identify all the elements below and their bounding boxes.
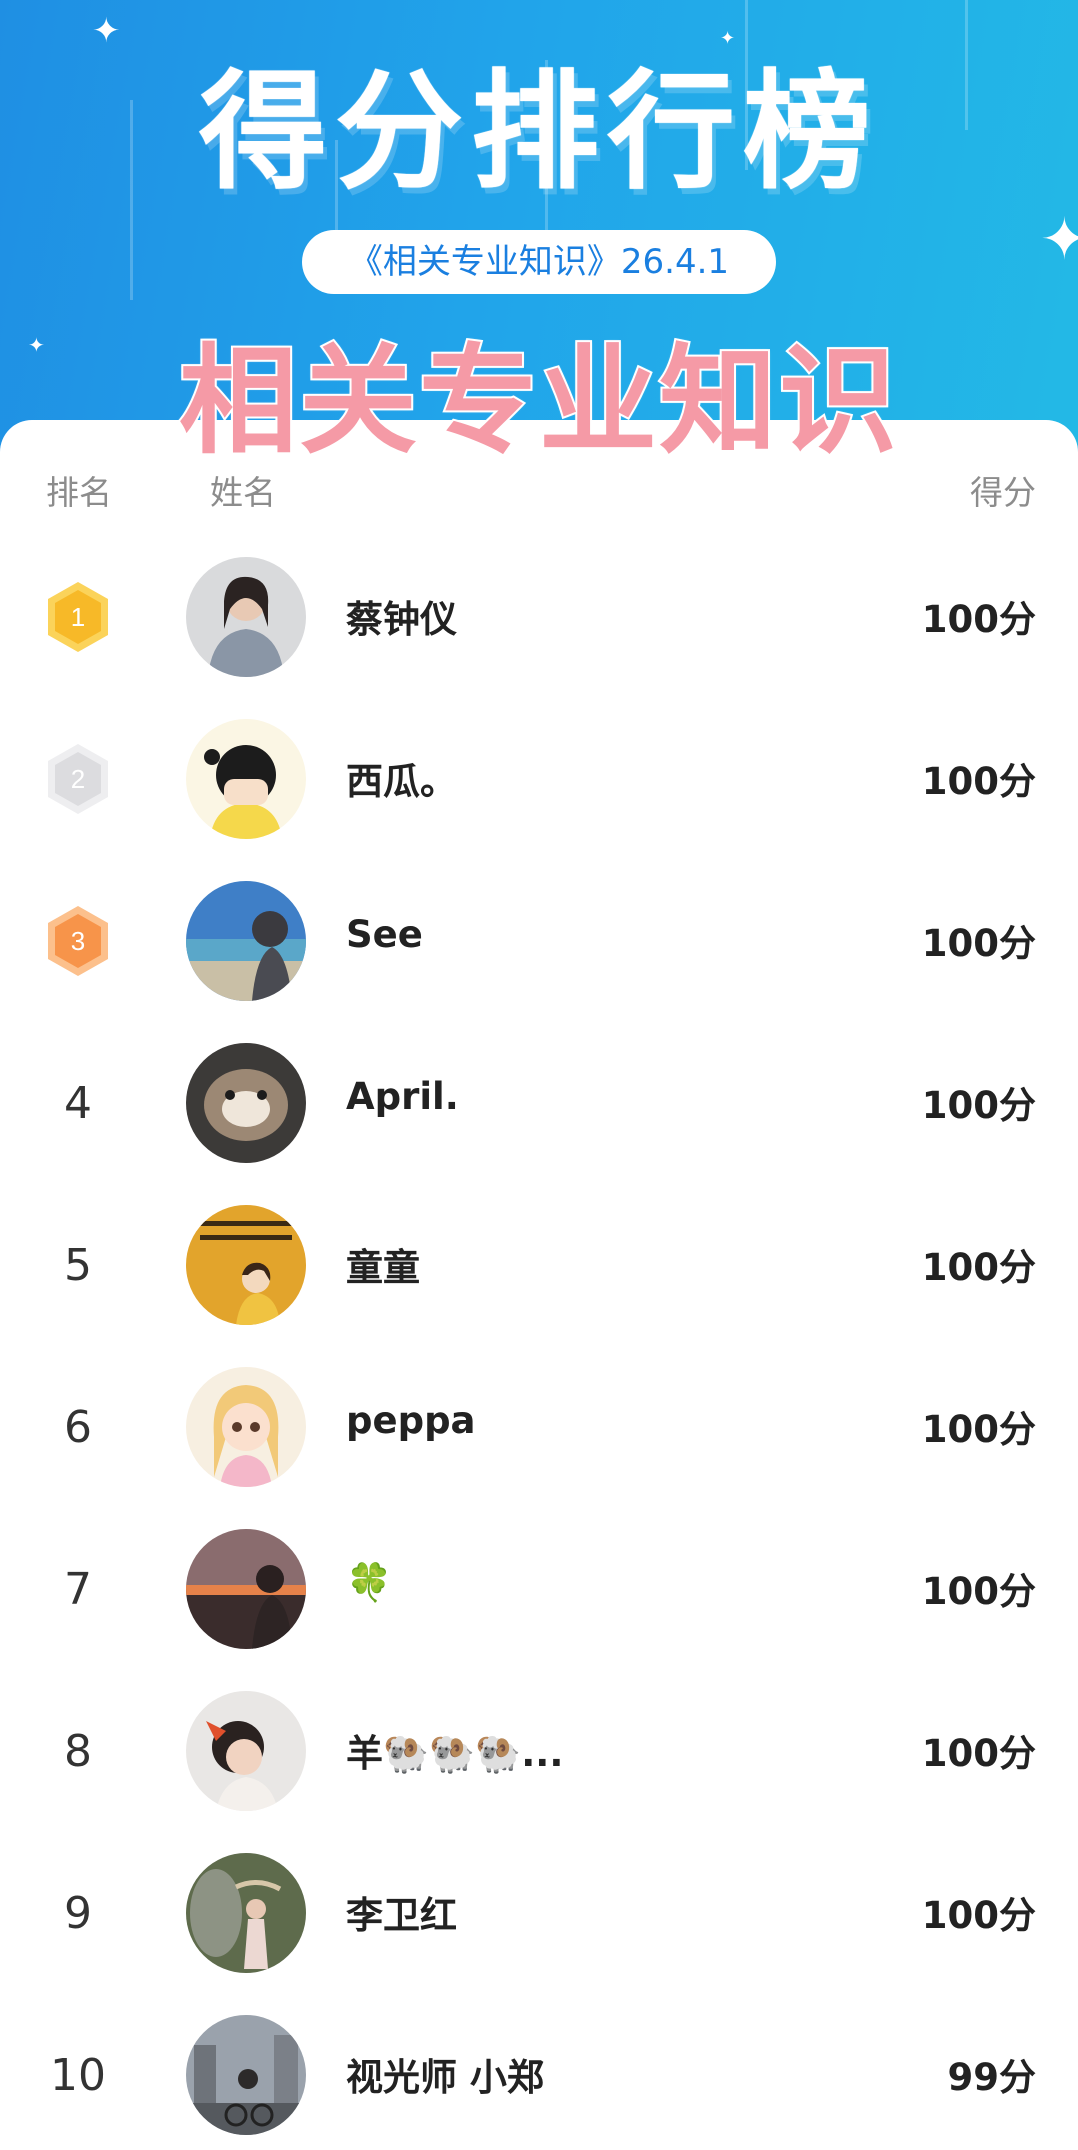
leaderboard-row[interactable]: 5 童童 100分 — [0, 1190, 1078, 1340]
avatar[interactable] — [186, 557, 306, 677]
player-name: 视光师 小郑 — [346, 2056, 544, 2099]
sparkle-icon: ✦ — [1040, 205, 1078, 273]
medal-rank-label: 2 — [71, 764, 85, 794]
leaderboard-row[interactable]: 6 peppa 100分 — [0, 1352, 1078, 1502]
rank-number: 5 — [64, 1240, 92, 1291]
medal-rank-label: 1 — [71, 602, 85, 632]
leaderboard-card: 排名 姓名 得分 1 蔡钟仪 100分 2 西瓜。 100分 3 See 100… — [0, 420, 1078, 2145]
rank-number: 8 — [64, 1726, 92, 1777]
player-name: April. — [346, 1075, 459, 1118]
rank-number: 10 — [50, 2050, 106, 2101]
player-score: 100分 — [921, 1732, 1036, 1775]
leaderboard-row[interactable]: 4 April. 100分 — [0, 1028, 1078, 1178]
rank-number: 4 — [64, 1078, 92, 1129]
player-name: 🍀 — [346, 1561, 393, 1604]
avatar[interactable] — [186, 881, 306, 1001]
leaderboard-row[interactable]: 3 See 100分 — [0, 866, 1078, 1016]
player-name: 李卫红 — [346, 1894, 457, 1937]
rank-number: 9 — [64, 1888, 92, 1939]
gold-medal-icon: 1 — [48, 582, 108, 652]
leaderboard-row[interactable]: 7 🍀 100分 — [0, 1514, 1078, 1664]
bronze-medal-icon: 3 — [48, 906, 108, 976]
player-name: 西瓜。 — [346, 760, 457, 803]
overlay-caption: 相关专业知识 — [177, 330, 899, 472]
medal-rank-label: 3 — [71, 926, 85, 956]
leaderboard-row[interactable]: 10 视光师 小郑 99分 — [0, 2000, 1078, 2150]
leaderboard-row[interactable]: 9 李卫红 100分 — [0, 1838, 1078, 1988]
quiz-name-pill: 《相关专业知识》26.4.1 — [302, 230, 776, 294]
player-name: 羊🐏🐏🐏... — [346, 1732, 564, 1775]
avatar[interactable] — [186, 719, 306, 839]
player-name: See — [346, 913, 423, 956]
player-score: 100分 — [921, 760, 1036, 803]
avatar[interactable] — [186, 1205, 306, 1325]
avatar[interactable] — [186, 1691, 306, 1811]
silver-medal-icon: 2 — [48, 744, 108, 814]
player-score: 99分 — [947, 2056, 1037, 2099]
player-score: 100分 — [921, 1246, 1036, 1289]
player-name: 童童 — [346, 1246, 420, 1289]
avatar[interactable] — [186, 1043, 306, 1163]
avatar[interactable] — [186, 1367, 306, 1487]
player-score: 100分 — [921, 1084, 1036, 1127]
leaderboard-row[interactable]: 8 羊🐏🐏🐏... 100分 — [0, 1676, 1078, 1826]
avatar[interactable] — [186, 2015, 306, 2135]
avatar[interactable] — [186, 1853, 306, 1973]
rank-number: 7 — [64, 1564, 92, 1615]
player-score: 100分 — [921, 922, 1036, 965]
leaderboard-row[interactable]: 1 蔡钟仪 100分 — [0, 542, 1078, 692]
avatar[interactable] — [186, 1529, 306, 1649]
player-score: 100分 — [921, 1570, 1036, 1613]
player-score: 100分 — [921, 1894, 1036, 1937]
page-title: 得分排行榜 — [198, 58, 879, 207]
player-name: 蔡钟仪 — [346, 598, 457, 641]
leaderboard-row[interactable]: 2 西瓜。 100分 — [0, 704, 1078, 854]
rank-number: 6 — [64, 1402, 92, 1453]
player-score: 100分 — [921, 1408, 1036, 1451]
player-name: peppa — [346, 1399, 476, 1442]
player-score: 100分 — [921, 598, 1036, 641]
